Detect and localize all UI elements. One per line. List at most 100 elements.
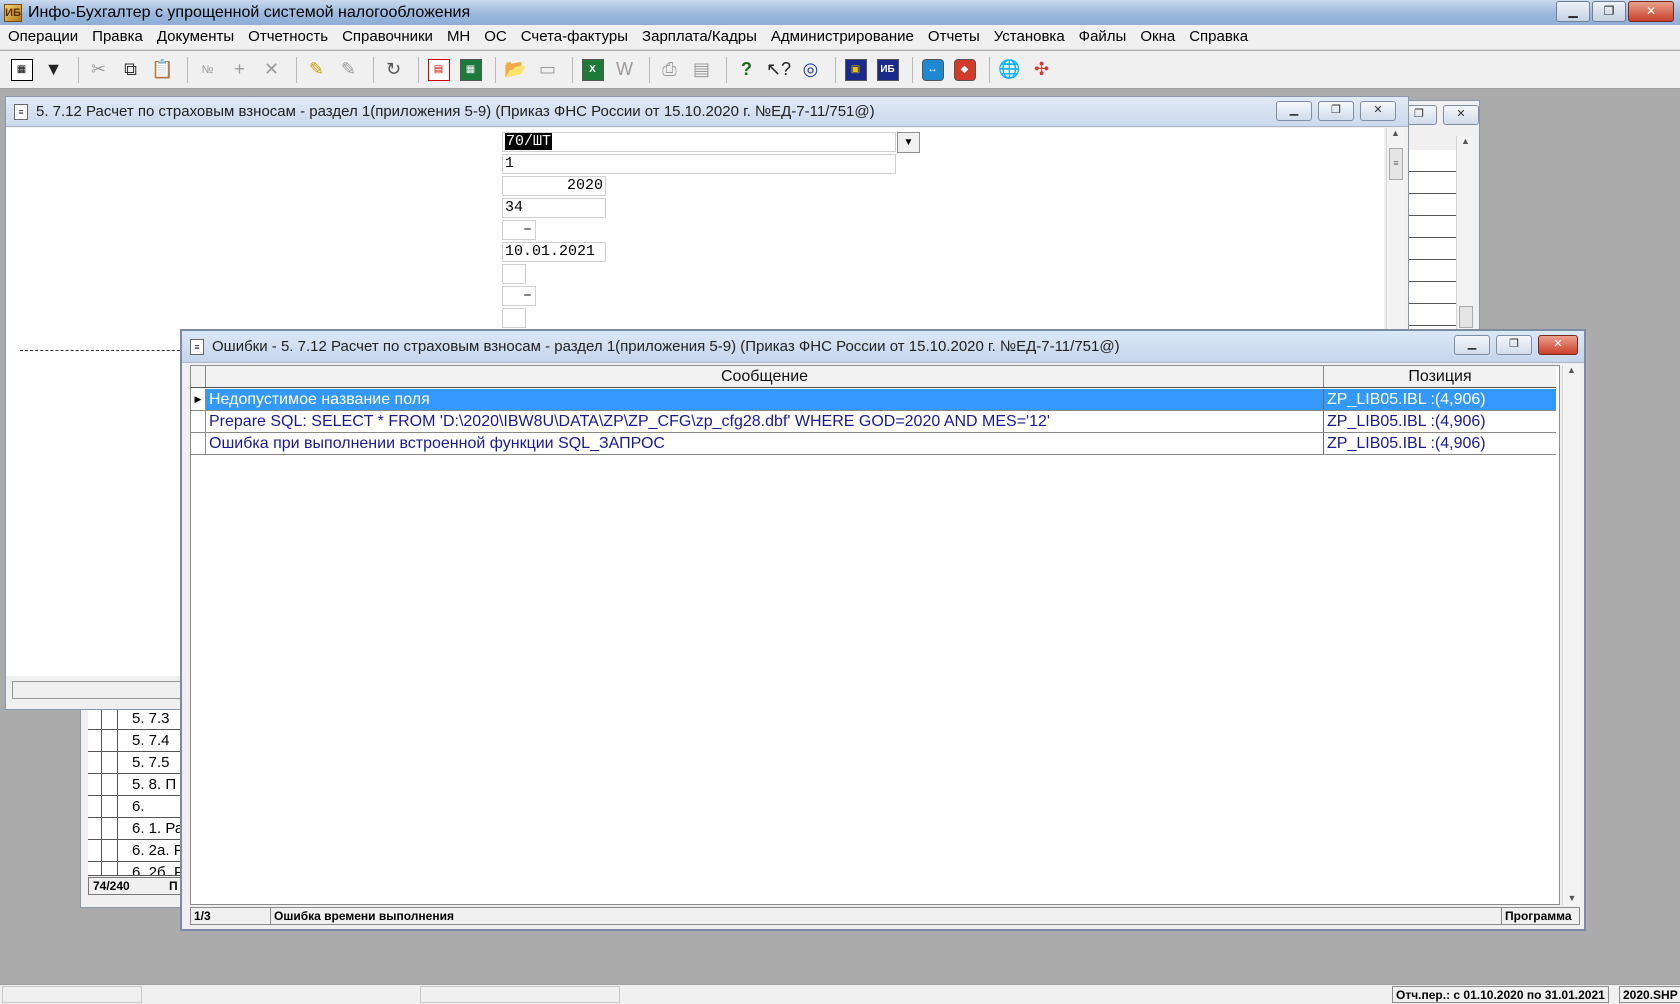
menu-salary[interactable]: Зарплата/Кадры	[635, 25, 764, 49]
file-name: 2020.SHP	[1619, 986, 1680, 1003]
dash-field-1[interactable]: –	[502, 220, 536, 240]
error-grid-scrollbar[interactable]: ▲ ▼	[1562, 365, 1580, 905]
menu-setup[interactable]: Установка	[987, 25, 1072, 49]
app-close-button[interactable]: ✕	[1628, 1, 1674, 22]
grid-icon[interactable]: ▦	[8, 56, 35, 84]
web-icon[interactable]: 🌐	[996, 56, 1023, 84]
mark-icon[interactable]: ✎	[303, 56, 330, 84]
empty-field[interactable]	[502, 308, 526, 328]
context-help-icon[interactable]: ↖?	[765, 56, 792, 84]
menu-help[interactable]: Справка	[1182, 25, 1255, 49]
word-icon[interactable]: W	[611, 56, 638, 84]
menu-bar: Операции Правка Документы Отчетность Спр…	[0, 25, 1680, 50]
dash-field-2[interactable]: –	[502, 286, 536, 306]
network-icon[interactable]: ✣	[1028, 56, 1055, 84]
list-item[interactable]: 5. 7.5	[88, 752, 188, 774]
unit-field[interactable]: 70/ШТ	[502, 132, 896, 152]
toolbar-separator	[572, 56, 573, 83]
toolbar-separator	[989, 56, 990, 83]
info-icon[interactable]: ИБ	[874, 56, 901, 84]
list-item[interactable]: 6.	[88, 796, 188, 818]
add-icon[interactable]: +	[226, 56, 253, 84]
table-row[interactable]: ▶ Недопустимое название поля ZP_LIB05.IB…	[191, 389, 1556, 411]
teamviewer-icon[interactable]: ↔	[919, 56, 946, 84]
print-icon[interactable]: ⎙	[656, 56, 683, 84]
numbering-icon[interactable]: №	[194, 56, 221, 84]
filter-icon[interactable]: ▼	[40, 56, 67, 84]
menu-documents[interactable]: Документы	[150, 25, 241, 49]
scroll-thumb[interactable]: ≡	[1389, 148, 1403, 180]
remote-icon[interactable]: ◆	[951, 56, 978, 84]
field-34[interactable]: 34	[502, 198, 606, 218]
refresh-icon[interactable]: ↻	[380, 56, 407, 84]
year-field[interactable]: 2020	[502, 176, 606, 196]
grid-header: Сообщение Позиция	[191, 366, 1556, 388]
menu-references[interactable]: Справочники	[335, 25, 440, 49]
menu-os[interactable]: ОС	[477, 25, 514, 49]
scroll-up-icon[interactable]: ▲	[1563, 365, 1580, 375]
unmark-icon[interactable]: ✎	[335, 56, 362, 84]
form-close-button[interactable]: ✕	[1360, 101, 1396, 121]
copy-icon[interactable]: ⧉	[117, 56, 144, 84]
report-icon[interactable]: ▤	[425, 56, 452, 84]
field-1[interactable]: 1	[502, 154, 896, 174]
message-column-header[interactable]: Сообщение	[206, 366, 1324, 387]
error-close-button[interactable]: ✕	[1538, 335, 1578, 355]
toolbar-separator	[726, 56, 727, 83]
form-window-titlebar: ≡ 5. 7.12 Расчет по страховым взносам - …	[6, 97, 1408, 127]
open-folder-icon[interactable]: 📂	[502, 56, 529, 84]
status-left-pane	[2, 986, 142, 1003]
menu-windows[interactable]: Окна	[1133, 25, 1182, 49]
back-window-close-button[interactable]: ✕	[1443, 105, 1479, 125]
menu-mn[interactable]: МН	[440, 25, 477, 49]
form-minimize-button[interactable]: ▁	[1276, 101, 1312, 121]
navigator-icon[interactable]: ◎	[797, 56, 824, 84]
list-item[interactable]: 5. 7.3	[88, 708, 188, 730]
list-item[interactable]: 5. 8. П	[88, 774, 188, 796]
list-item[interactable]: 6. 1. Ра	[88, 818, 188, 840]
error-minimize-button[interactable]: ▁	[1454, 335, 1490, 355]
unit-dropdown-button[interactable]: ▼	[897, 132, 920, 153]
menu-edit[interactable]: Правка	[85, 25, 150, 49]
scroll-up-icon[interactable]: ▲	[1387, 128, 1404, 138]
date-field[interactable]: 10.01.2021	[502, 242, 606, 262]
form-hscroll[interactable]	[12, 681, 192, 699]
save-icon[interactable]: ▭	[534, 56, 561, 84]
list-item[interactable]: 6. 2б. Р	[88, 862, 188, 876]
chevron-down-icon: ▼	[903, 137, 914, 148]
delete-icon[interactable]: ✕	[258, 56, 285, 84]
row-position: ZP_LIB05.IBL :(4,906)	[1327, 413, 1486, 430]
scroll-down-icon[interactable]: ▼	[1563, 893, 1581, 903]
position-column-header[interactable]: Позиция	[1324, 366, 1556, 387]
menu-reports[interactable]: Отчеты	[921, 25, 987, 49]
help-icon[interactable]: ?	[733, 56, 760, 84]
paste-icon[interactable]: 📋	[149, 56, 176, 84]
excel-icon[interactable]: X	[579, 56, 606, 84]
record-counter: 74/240	[93, 879, 130, 893]
error-restore-button[interactable]: ❐	[1496, 335, 1532, 355]
menu-reporting[interactable]: Отчетность	[241, 25, 335, 49]
app-restore-button[interactable]: ❐	[1592, 1, 1626, 22]
back-list-scrollbar[interactable]: ▲	[1456, 136, 1474, 330]
error-source: Программа	[1501, 908, 1579, 924]
list-item[interactable]: 5. 7.4	[88, 730, 188, 752]
calculator-icon[interactable]: ▦	[457, 56, 484, 84]
menu-files[interactable]: Файлы	[1072, 25, 1134, 49]
table-row[interactable]: Prepare SQL: SELECT * FROM 'D:\2020\IBW8…	[191, 411, 1556, 433]
cut-icon[interactable]: ✂	[85, 56, 112, 84]
menu-operations[interactable]: Операции	[1, 25, 85, 49]
row-position: ZP_LIB05.IBL :(4,906)	[1324, 389, 1556, 410]
row-position: ZP_LIB05.IBL :(4,906)	[1327, 435, 1486, 452]
row-message: Prepare SQL: SELECT * FROM 'D:\2020\IBW8…	[206, 411, 1324, 432]
preview-icon[interactable]: ▤	[688, 56, 715, 84]
menu-invoices[interactable]: Счета-фактуры	[514, 25, 635, 49]
table-row[interactable]: Ошибка при выполнении встроенной функции…	[191, 433, 1556, 455]
form-restore-button[interactable]: ❐	[1318, 101, 1354, 121]
app-minimize-button[interactable]: ▁	[1556, 1, 1590, 22]
empty-field[interactable]	[502, 264, 526, 284]
menu-admin[interactable]: Администрирование	[764, 25, 921, 49]
book-icon[interactable]: ▣	[842, 56, 869, 84]
row-message: Недопустимое название поля	[206, 389, 1324, 410]
form-dashed-line	[20, 350, 190, 351]
list-item[interactable]: 6. 2а. Р	[88, 840, 188, 862]
